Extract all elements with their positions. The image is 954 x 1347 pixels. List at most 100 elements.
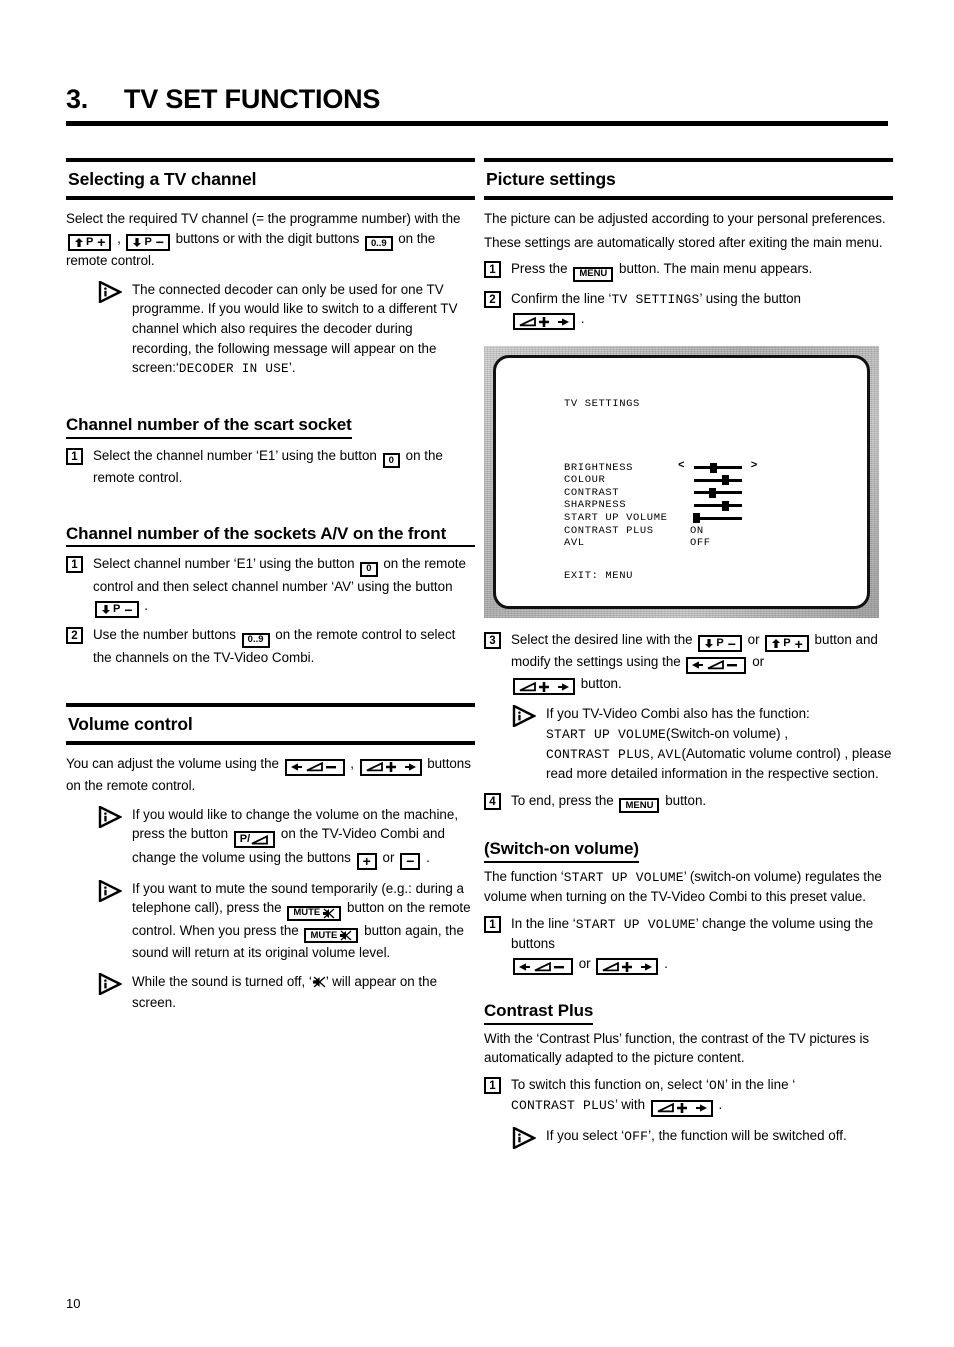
key-program-down[interactable]: P − <box>95 601 139 619</box>
text-fragment: ’, the function will be switched off. <box>648 1127 847 1143</box>
key-volume-up[interactable] <box>513 313 575 331</box>
text-fragment: (Switch-on volume) , <box>666 725 789 741</box>
step-text: In the line ‘START UP VOLUME’ change the… <box>511 914 893 975</box>
step-text: Select channel number ‘E1’ using the but… <box>93 554 475 619</box>
osd-row-contrast-plus[interactable]: CONTRAST PLUS ON <box>564 524 746 537</box>
key-program-up[interactable]: P + <box>765 635 809 653</box>
text-fragment: Select channel number ‘E1’ using the but… <box>93 556 355 572</box>
section-picture-settings: Picture settings <box>484 158 893 200</box>
selecting-paragraph: Select the required TV channel (= the pr… <box>66 209 475 271</box>
text-fragment: or <box>382 850 395 866</box>
tv-bezel: TV SETTINGS BRIGHTNESS < > COLOUR CONTRA… <box>484 346 879 619</box>
key-volume-up[interactable] <box>650 1099 713 1117</box>
osd-label: CONTRAST <box>564 486 620 499</box>
onscreen-text-avl: AVL <box>657 747 682 763</box>
text-fragment: . <box>580 310 585 326</box>
onscreen-text-contrast-plus: CONTRAST PLUS <box>546 747 651 763</box>
step-picture-4: 4 To end, press the MENU button. <box>484 791 893 814</box>
key-volume-up[interactable] <box>513 678 575 696</box>
key-p-volume[interactable]: P/ <box>233 831 276 849</box>
minus-glyph: − <box>155 234 164 251</box>
text-fragment: . <box>426 850 430 866</box>
step-picture-2: 2 Confirm the line ‘TV SETTINGS’ using t… <box>484 289 893 331</box>
key-zero[interactable]: 0 <box>360 561 378 577</box>
step-number: 1 <box>484 261 501 279</box>
osd-value-slider[interactable] <box>690 512 746 525</box>
osd-row-colour[interactable]: COLOUR <box>564 474 746 487</box>
osd-value-slider[interactable] <box>690 499 746 512</box>
slider-knob[interactable] <box>709 487 716 498</box>
key-zero[interactable]: 0 <box>382 452 400 468</box>
slider[interactable]: < > <box>678 460 757 474</box>
slider[interactable] <box>690 474 746 487</box>
picture-paragraph-2: These settings are automatically stored … <box>484 234 883 250</box>
text-fragment: or <box>752 654 765 670</box>
key-mute[interactable]: MUTE <box>287 905 342 921</box>
key-menu[interactable]: MENU <box>619 798 660 814</box>
onscreen-text-start-up-volume: START UP VOLUME <box>563 869 684 885</box>
text-fragment: . <box>144 598 148 614</box>
note-text: The connected decoder can only be used f… <box>132 280 475 379</box>
text-fragment: , <box>650 746 654 762</box>
osd-title: TV SETTINGS <box>564 398 640 411</box>
key-volume-up[interactable] <box>359 758 422 776</box>
key-program-down[interactable]: P − <box>698 635 742 653</box>
osd-value-slider[interactable] <box>690 486 746 499</box>
right-column: Picture settings The picture can be adju… <box>484 158 893 1154</box>
osd-row-start-up-volume[interactable]: START UP VOLUME <box>564 512 746 525</box>
osd-row-sharpness[interactable]: SHARPNESS <box>564 499 746 512</box>
note-machine-volume: If you would like to change the volume o… <box>98 804 475 870</box>
key-plus[interactable]: + <box>356 852 377 870</box>
key-minus[interactable]: − <box>400 852 421 870</box>
section-title: Selecting a TV channel <box>68 169 257 189</box>
text-fragment: If you TV-Video Combi also has the funct… <box>546 706 810 722</box>
note-text: If you would like to change the volume o… <box>132 805 475 870</box>
step-scart-1: 1 Select the channel number ‘E1’ using t… <box>66 446 475 488</box>
section-scart-socket: Channel number of the scart socket <box>66 415 475 439</box>
slider-knob[interactable] <box>710 462 717 473</box>
note-text: If you TV-Video Combi also has the funct… <box>546 704 893 784</box>
slider[interactable] <box>690 486 746 499</box>
key-digits[interactable]: 0..9 <box>241 632 270 648</box>
osd-value-slider[interactable]: < > <box>678 460 757 474</box>
osd-menu-list: BRIGHTNESS < > COLOUR CONTRAST SHARPNESS… <box>564 460 757 550</box>
onscreen-text-contrast-plus: CONTRAST PLUS <box>511 1098 616 1114</box>
key-label: MUTE <box>310 929 338 941</box>
slider-knob[interactable] <box>722 475 729 486</box>
key-volume-down[interactable] <box>284 758 345 776</box>
slider[interactable] <box>690 512 746 525</box>
key-label: P <box>86 235 94 248</box>
key-digits[interactable]: 0..9 <box>364 235 393 251</box>
tv-osd: TV SETTINGS BRIGHTNESS < > COLOUR CONTRA… <box>496 358 867 606</box>
osd-row-contrast[interactable]: CONTRAST <box>564 486 746 499</box>
step-text: To switch this function on, select ‘ON’ … <box>511 1075 893 1117</box>
text-fragment: If you select ‘ <box>546 1127 625 1143</box>
key-volume-down[interactable] <box>513 958 573 975</box>
key-menu[interactable]: MENU <box>573 266 614 282</box>
text-fragment: To switch this function on, select ‘ <box>511 1077 709 1093</box>
osd-value[interactable]: ON <box>690 525 704 537</box>
slider[interactable] <box>690 499 746 512</box>
slider-knob[interactable] <box>693 513 700 524</box>
slider-track <box>694 478 742 482</box>
osd-label: CONTRAST PLUS <box>564 524 654 537</box>
osd-label: SHARPNESS <box>564 499 627 512</box>
subsection-title: (Switch-on volume) <box>484 839 639 863</box>
osd-row-brightness[interactable]: BRIGHTNESS < > <box>564 460 757 474</box>
step-av-2: 2 Use the number buttons 0..9 on the rem… <box>66 625 475 667</box>
key-program-up[interactable]: P + <box>68 233 112 251</box>
key-mute[interactable]: MUTE <box>304 927 359 943</box>
key-volume-up[interactable] <box>596 958 659 975</box>
key-label: P <box>716 637 724 650</box>
key-program-down[interactable]: P − <box>126 233 170 251</box>
osd-value-slider[interactable] <box>690 474 746 487</box>
text-fragment: Select the required TV channel (= the pr… <box>66 211 461 226</box>
key-volume-down[interactable] <box>686 656 747 674</box>
onscreen-text-tv-settings: TV SETTINGS <box>611 291 700 307</box>
step-text: Confirm the line ‘TV SETTINGS’ using the… <box>511 289 893 331</box>
chapter-header: 3. TV SET FUNCTIONS <box>66 84 888 126</box>
osd-value[interactable]: OFF <box>690 537 711 549</box>
osd-row-avl[interactable]: AVL OFF <box>564 537 746 550</box>
key-label: P <box>113 603 121 616</box>
slider-knob[interactable] <box>722 500 729 511</box>
